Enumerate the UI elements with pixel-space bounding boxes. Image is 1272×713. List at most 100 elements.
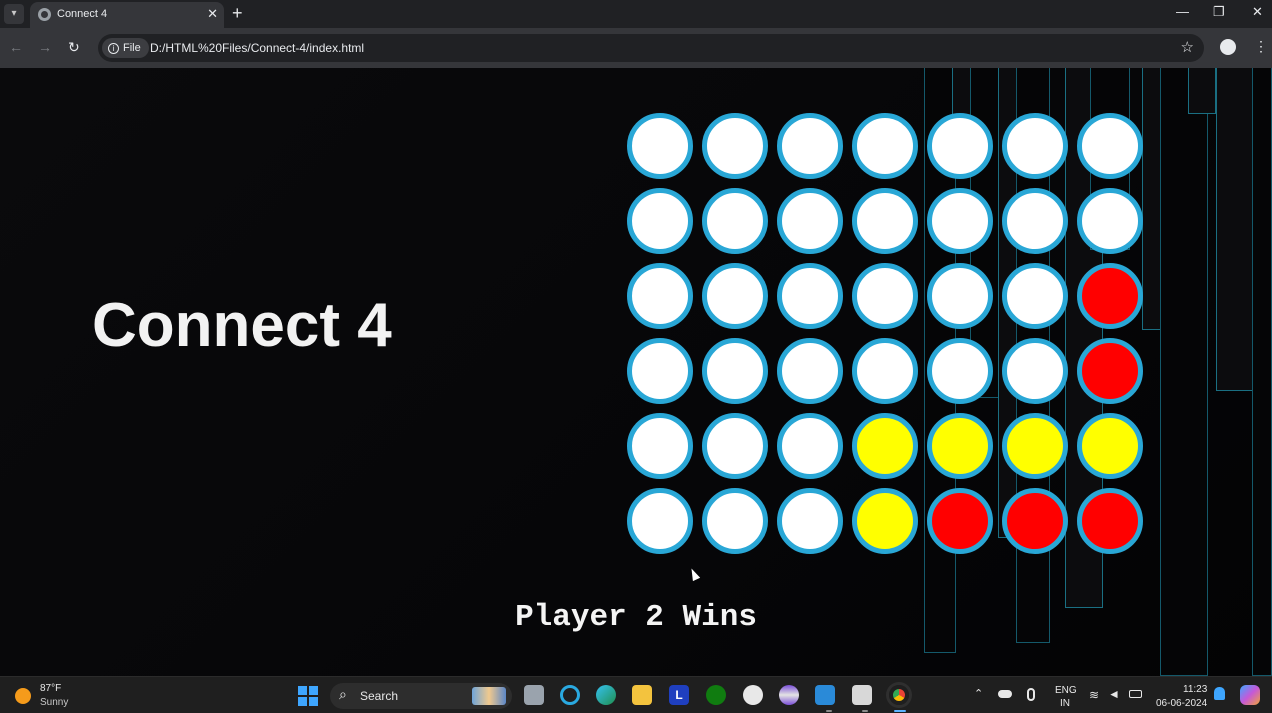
weather-description[interactable]: Sunny — [40, 697, 68, 708]
sun-icon[interactable] — [15, 688, 31, 704]
close-window-button[interactable]: ✕ — [1252, 4, 1263, 20]
board-cell-r6-c5-red[interactable] — [927, 488, 993, 554]
board-cell-r4-c1-empty[interactable] — [627, 338, 693, 404]
board-cell-r2-c5-empty[interactable] — [927, 188, 993, 254]
page-content: Connect 4 Player 2 Wins — [0, 68, 1272, 676]
globe-icon — [38, 8, 51, 21]
file-chip-label: File — [123, 42, 141, 54]
url-text[interactable]: D:/HTML%20Files/Connect-4/index.html — [150, 41, 364, 55]
board-cell-r3-c4-empty[interactable] — [852, 263, 918, 329]
board-cell-r1-c4-empty[interactable] — [852, 113, 918, 179]
board-cell-r1-c1-empty[interactable] — [627, 113, 693, 179]
board-cell-r4-c4-empty[interactable] — [852, 338, 918, 404]
weather-temperature[interactable]: 87°F — [40, 683, 61, 694]
microphone-icon[interactable] — [1027, 688, 1035, 701]
browser-toolbar: ← → ↻ i File D:/HTML%20Files/Connect-4/in… — [0, 28, 1272, 68]
board-cell-r1-c7-empty[interactable] — [1077, 113, 1143, 179]
board-cell-r6-c3-empty[interactable] — [777, 488, 843, 554]
xbox-icon[interactable] — [706, 685, 726, 705]
chevron-up-icon[interactable]: ⌃ — [974, 687, 983, 700]
wifi-icon[interactable]: ≋ — [1089, 688, 1099, 702]
taskbar-search[interactable]: ⌕ Search — [330, 683, 512, 709]
language-code[interactable]: ENG — [1055, 685, 1077, 696]
board-cell-r6-c4-yellow[interactable] — [852, 488, 918, 554]
search-highlight-image — [472, 687, 506, 705]
notification-bell-icon[interactable] — [1214, 687, 1225, 700]
menu-kebab-icon[interactable]: ⋮ — [1254, 38, 1268, 55]
task-view-icon[interactable] — [524, 685, 544, 705]
board-cell-r3-c2-empty[interactable] — [702, 263, 768, 329]
board-cell-r6-c7-red[interactable] — [1077, 488, 1143, 554]
profile-avatar-icon[interactable] — [1220, 39, 1236, 55]
board-cell-r6-c2-empty[interactable] — [702, 488, 768, 554]
back-icon[interactable]: ← — [9, 39, 23, 55]
board-cell-r6-c1-empty[interactable] — [627, 488, 693, 554]
volume-icon[interactable]: ◄ — [1108, 687, 1120, 701]
cortana-icon[interactable] — [560, 685, 580, 705]
board-cell-r5-c4-yellow[interactable] — [852, 413, 918, 479]
file-explorer-icon[interactable] — [632, 685, 652, 705]
board-cell-r2-c1-empty[interactable] — [627, 188, 693, 254]
board-cell-r4-c2-empty[interactable] — [702, 338, 768, 404]
vscode-icon[interactable] — [815, 685, 835, 705]
site-info-chip[interactable]: i File — [102, 38, 149, 58]
game-title: Connect 4 — [92, 291, 392, 360]
board-cell-r3-c7-red[interactable] — [1077, 263, 1143, 329]
snipping-tool-icon[interactable] — [852, 685, 872, 705]
board-cell-r1-c6-empty[interactable] — [1002, 113, 1068, 179]
board-cell-r1-c5-empty[interactable] — [927, 113, 993, 179]
new-tab-button[interactable]: + — [232, 3, 243, 24]
reload-icon[interactable]: ↻ — [68, 39, 80, 56]
board-cell-r5-c5-yellow[interactable] — [927, 413, 993, 479]
chrome-icon[interactable] — [889, 685, 909, 705]
board-cell-r2-c7-empty[interactable] — [1077, 188, 1143, 254]
taskbar: 87°F Sunny ⌕ Search L ⌃ ENG IN ≋ ◄ 11:23… — [0, 676, 1272, 713]
board-cell-r5-c3-empty[interactable] — [777, 413, 843, 479]
board-cell-r3-c5-empty[interactable] — [927, 263, 993, 329]
forward-icon[interactable]: → — [38, 39, 52, 55]
board-cell-r3-c1-empty[interactable] — [627, 263, 693, 329]
search-icon: ⌕ — [339, 686, 347, 702]
mouse-cursor-icon — [687, 566, 701, 582]
restore-button[interactable]: ❐ — [1213, 4, 1225, 20]
board-cell-r2-c4-empty[interactable] — [852, 188, 918, 254]
board-cell-r1-c3-empty[interactable] — [777, 113, 843, 179]
close-tab-icon[interactable]: ✕ — [207, 6, 218, 22]
board-cell-r2-c2-empty[interactable] — [702, 188, 768, 254]
clock-date[interactable]: 06-06-2024 — [1156, 698, 1207, 709]
board-cell-r6-c6-red[interactable] — [1002, 488, 1068, 554]
board-cell-r5-c6-yellow[interactable] — [1002, 413, 1068, 479]
bookmark-star-icon[interactable]: ☆ — [1181, 38, 1194, 56]
board-cell-r4-c3-empty[interactable] — [777, 338, 843, 404]
onedrive-icon[interactable] — [998, 690, 1012, 698]
board-cell-r3-c6-empty[interactable] — [1002, 263, 1068, 329]
language-region[interactable]: IN — [1060, 698, 1070, 709]
board-cell-r5-c2-empty[interactable] — [702, 413, 768, 479]
l-app-icon[interactable]: L — [669, 685, 689, 705]
windows-start-icon[interactable] — [298, 686, 318, 706]
copilot-icon[interactable] — [1240, 685, 1260, 705]
board-cell-r4-c6-empty[interactable] — [1002, 338, 1068, 404]
bg-bar — [1160, 68, 1208, 676]
board-cell-r2-c3-empty[interactable] — [777, 188, 843, 254]
address-bar[interactable]: i File D:/HTML%20Files/Connect-4/index.ht… — [98, 34, 1204, 62]
tab-strip: ▾ Connect 4 ✕ + — ❐ ✕ — [0, 0, 1272, 28]
board-cell-r5-c7-yellow[interactable] — [1077, 413, 1143, 479]
bg-bar — [1188, 68, 1216, 114]
board-cell-r4-c7-red[interactable] — [1077, 338, 1143, 404]
edge-icon[interactable] — [596, 685, 616, 705]
tab-title: Connect 4 — [57, 8, 108, 20]
clock-time[interactable]: 11:23 — [1183, 684, 1207, 695]
tab-search-button[interactable]: ▾ — [4, 4, 24, 24]
disk-app-icon[interactable] — [779, 685, 799, 705]
board-cell-r5-c1-empty[interactable] — [627, 413, 693, 479]
tab-connect-4[interactable]: Connect 4 ✕ — [30, 2, 224, 28]
minimize-button[interactable]: — — [1176, 4, 1189, 19]
board-cell-r4-c5-empty[interactable] — [927, 338, 993, 404]
app-store-icon[interactable] — [743, 685, 763, 705]
battery-icon[interactable] — [1129, 690, 1142, 698]
bg-bar — [1252, 68, 1272, 676]
board-cell-r1-c2-empty[interactable] — [702, 113, 768, 179]
board-cell-r3-c3-empty[interactable] — [777, 263, 843, 329]
board-cell-r2-c6-empty[interactable] — [1002, 188, 1068, 254]
